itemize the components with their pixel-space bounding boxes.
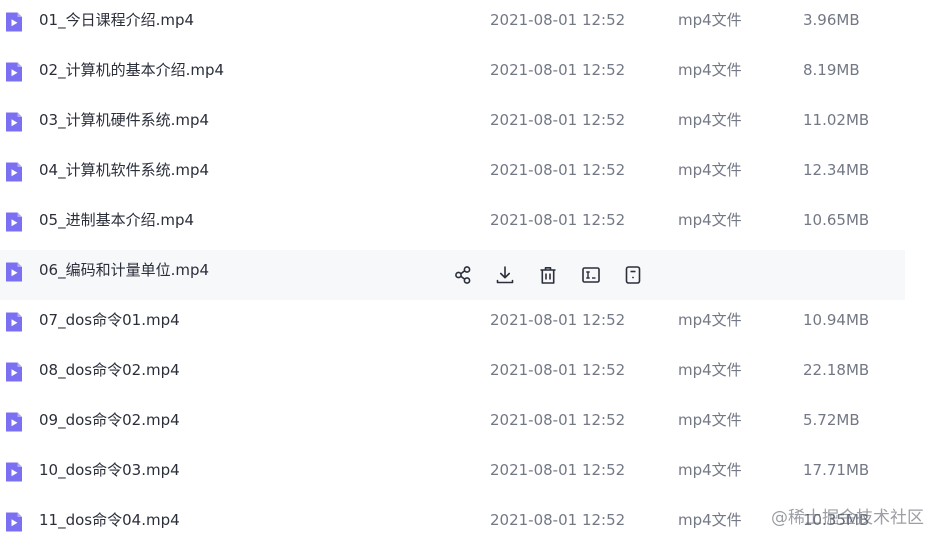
file-row[interactable]: 01_今日课程介绍.mp4 2021-08-01 12:52 mp4文件 3.9…	[0, 0, 905, 50]
file-size: 17.71MB	[803, 461, 870, 479]
file-list: 01_今日课程介绍.mp4 2021-08-01 12:52 mp4文件 3.9…	[0, 0, 942, 550]
file-name[interactable]: 11_dos命令04.mp4	[39, 509, 180, 531]
file-size: 10.65MB	[803, 211, 870, 229]
file-size: 10.94MB	[803, 311, 870, 329]
file-row[interactable]: 03_计算机硬件系统.mp4 2021-08-01 12:52 mp4文件 11…	[0, 100, 905, 150]
video-file-icon	[6, 162, 22, 182]
video-file-icon	[6, 462, 22, 482]
file-row[interactable]: 09_dos命令02.mp4 2021-08-01 12:52 mp4文件 5.…	[0, 400, 905, 450]
file-type: mp4文件	[678, 311, 742, 329]
file-name[interactable]: 06_编码和计量单位.mp4	[39, 259, 209, 281]
delete-icon[interactable]	[537, 264, 559, 286]
file-row[interactable]: 11_dos命令04.mp4 2021-08-01 12:52 mp4文件 10…	[0, 500, 905, 550]
file-size: 5.72MB	[803, 411, 860, 429]
file-type: mp4文件	[678, 161, 742, 179]
video-file-icon	[6, 12, 22, 32]
file-size: 12.34MB	[803, 161, 870, 179]
file-date: 2021-08-01 12:52	[490, 411, 626, 429]
file-date: 2021-08-01 12:52	[490, 461, 626, 479]
file-row[interactable]: 04_计算机软件系统.mp4 2021-08-01 12:52 mp4文件 12…	[0, 150, 905, 200]
video-file-icon	[6, 262, 22, 282]
share-icon[interactable]	[452, 264, 474, 286]
video-file-icon	[6, 512, 22, 532]
file-type: mp4文件	[678, 461, 742, 479]
file-date: 2021-08-01 12:52	[490, 311, 626, 329]
file-name[interactable]: 01_今日课程介绍.mp4	[39, 9, 194, 31]
file-type: mp4文件	[678, 111, 742, 129]
file-date: 2021-08-01 12:52	[490, 361, 626, 379]
file-date: 2021-08-01 12:52	[490, 161, 626, 179]
file-type: mp4文件	[678, 11, 742, 29]
file-size: 8.19MB	[803, 61, 860, 79]
more-icon[interactable]	[622, 264, 644, 286]
file-date: 2021-08-01 12:52	[490, 211, 626, 229]
file-row-hovered[interactable]: 06_编码和计量单位.mp4	[0, 250, 905, 300]
video-file-icon	[6, 412, 22, 432]
file-type: mp4文件	[678, 211, 742, 229]
download-icon[interactable]	[494, 264, 516, 286]
file-type: mp4文件	[678, 61, 742, 79]
file-row[interactable]: 02_计算机的基本介绍.mp4 2021-08-01 12:52 mp4文件 8…	[0, 50, 905, 100]
video-file-icon	[6, 62, 22, 82]
file-name[interactable]: 10_dos命令03.mp4	[39, 459, 180, 481]
file-date: 2021-08-01 12:52	[490, 511, 626, 529]
file-row[interactable]: 05_进制基本介绍.mp4 2021-08-01 12:52 mp4文件 10.…	[0, 200, 905, 250]
file-type: mp4文件	[678, 411, 742, 429]
file-name[interactable]: 07_dos命令01.mp4	[39, 309, 180, 331]
file-name[interactable]: 04_计算机软件系统.mp4	[39, 159, 209, 181]
video-file-icon	[6, 362, 22, 382]
video-file-icon	[6, 212, 22, 232]
file-date: 2021-08-01 12:52	[490, 61, 626, 79]
file-row[interactable]: 07_dos命令01.mp4 2021-08-01 12:52 mp4文件 10…	[0, 300, 905, 350]
file-date: 2021-08-01 12:52	[490, 11, 626, 29]
video-file-icon	[6, 112, 22, 132]
file-name[interactable]: 08_dos命令02.mp4	[39, 359, 180, 381]
file-type: mp4文件	[678, 511, 742, 529]
file-name[interactable]: 02_计算机的基本介绍.mp4	[39, 59, 224, 81]
file-size: 22.18MB	[803, 361, 870, 379]
file-row[interactable]: 10_dos命令03.mp4 2021-08-01 12:52 mp4文件 17…	[0, 450, 905, 500]
rename-icon[interactable]	[580, 264, 602, 286]
watermark: @稀土掘金技术社区	[771, 508, 924, 528]
file-row[interactable]: 08_dos命令02.mp4 2021-08-01 12:52 mp4文件 22…	[0, 350, 905, 400]
file-name[interactable]: 05_进制基本介绍.mp4	[39, 209, 194, 231]
file-type: mp4文件	[678, 361, 742, 379]
video-file-icon	[6, 312, 22, 332]
file-name[interactable]: 03_计算机硬件系统.mp4	[39, 109, 209, 131]
file-size: 11.02MB	[803, 111, 870, 129]
file-size: 3.96MB	[803, 11, 860, 29]
file-date: 2021-08-01 12:52	[490, 111, 626, 129]
file-name[interactable]: 09_dos命令02.mp4	[39, 409, 180, 431]
